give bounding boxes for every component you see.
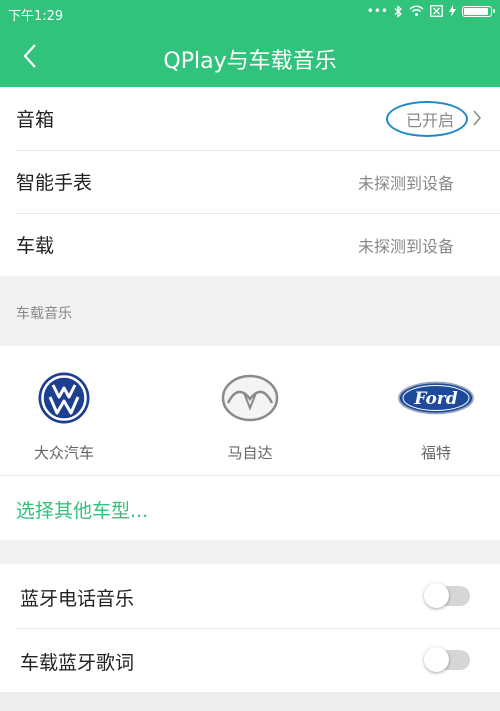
brand-volkswagen[interactable]: 大众汽车 bbox=[9, 370, 119, 463]
status-time: 下午1:29 bbox=[8, 9, 64, 24]
status-icons: ••• bbox=[366, 4, 495, 18]
device-row-speaker[interactable]: 音箱 已开启 bbox=[0, 87, 500, 150]
qplay-car-music-screen: 下午1:29 ••• QPlay与车载音乐 音箱 已开启 智能手表 未探测到设备… bbox=[0, 0, 500, 711]
device-label: 智能手表 bbox=[16, 172, 93, 194]
more-dots-icon: ••• bbox=[366, 4, 388, 18]
ford-logo-icon: Ford bbox=[398, 381, 474, 415]
sim-off-icon bbox=[430, 5, 443, 17]
section-gap bbox=[0, 540, 500, 564]
status-bar: 下午1:29 ••• bbox=[0, 0, 500, 28]
device-row-watch[interactable]: 智能手表 未探测到设备 bbox=[0, 150, 500, 213]
other-car-row: 选择其他车型... bbox=[0, 476, 500, 540]
car-bt-lyrics-toggle[interactable] bbox=[424, 647, 470, 672]
bt-phone-music-toggle[interactable] bbox=[424, 583, 470, 608]
section-title: 车载音乐 bbox=[16, 306, 72, 322]
bluetooth-settings: 蓝牙电话音乐 车载蓝牙歌词 bbox=[0, 564, 500, 692]
header: 下午1:29 ••• QPlay与车载音乐 bbox=[0, 0, 500, 87]
toggle-label: 蓝牙电话音乐 bbox=[20, 588, 135, 610]
wifi-icon bbox=[409, 5, 424, 16]
brand-mazda[interactable]: 马自达 bbox=[195, 370, 305, 463]
choose-other-car-link[interactable]: 选择其他车型... bbox=[16, 496, 148, 523]
toggle-row-car-bt-lyrics: 车载蓝牙歌词 bbox=[0, 628, 500, 692]
brand-label: 马自达 bbox=[227, 444, 273, 462]
battery-icon bbox=[462, 5, 495, 17]
volkswagen-logo-icon bbox=[38, 372, 90, 424]
mazda-logo-icon bbox=[221, 374, 279, 422]
device-status: 未探测到设备 bbox=[357, 236, 454, 256]
svg-text:Ford: Ford bbox=[413, 389, 457, 409]
car-brand-list: 大众汽车 马自达 Ford 福特 bbox=[0, 346, 500, 476]
bluetooth-icon bbox=[394, 4, 402, 18]
device-row-car[interactable]: 车载 未探测到设备 bbox=[0, 213, 500, 276]
device-label: 车载 bbox=[16, 235, 55, 257]
car-music-section-header: 车载音乐 bbox=[0, 276, 500, 346]
device-label: 音箱 bbox=[16, 109, 55, 131]
device-status: 未探测到设备 bbox=[357, 173, 454, 193]
page-title: QPlay与车载音乐 bbox=[163, 49, 337, 74]
toggle-knob bbox=[424, 647, 449, 672]
chevron-right-icon bbox=[473, 110, 481, 126]
toggle-row-bt-phone-music: 蓝牙电话音乐 bbox=[0, 564, 500, 628]
charging-icon bbox=[449, 5, 456, 17]
toggle-knob bbox=[424, 583, 449, 608]
brand-ford[interactable]: Ford 福特 bbox=[381, 370, 491, 463]
brand-label: 福特 bbox=[420, 444, 451, 462]
device-status: 已开启 bbox=[405, 110, 454, 130]
device-list: 音箱 已开启 智能手表 未探测到设备 车载 未探测到设备 bbox=[0, 87, 500, 276]
title-bar: QPlay与车载音乐 bbox=[0, 28, 500, 87]
brand-label: 大众汽车 bbox=[33, 444, 94, 462]
toggle-label: 车载蓝牙歌词 bbox=[20, 652, 135, 674]
